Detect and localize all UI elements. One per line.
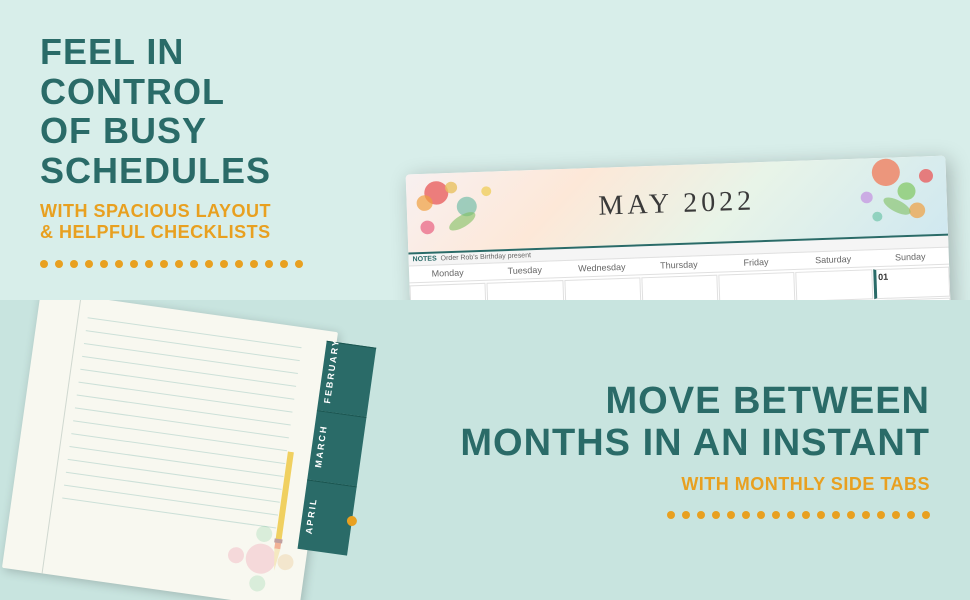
top-section: FEEL IN CONTROL OF BUSY SCHEDULES WITH S… <box>0 0 970 300</box>
dot-7 <box>130 260 138 268</box>
b-dot-4 <box>712 511 720 519</box>
day-monday: Monday <box>409 264 487 283</box>
tab-march-label: MARCH <box>313 424 329 468</box>
day-wednesday: Wednesday <box>563 258 641 277</box>
cal-cell-empty-6 <box>796 269 873 300</box>
b-dot-8 <box>772 511 780 519</box>
day-saturday: Saturday <box>794 250 872 269</box>
top-headline-line2: OF BUSY SCHEDULES <box>40 110 271 191</box>
dot-16 <box>265 260 273 268</box>
day-tuesday: Tuesday <box>486 261 564 280</box>
b-dot-16 <box>892 511 900 519</box>
b-dot-13 <box>847 511 855 519</box>
dot-5 <box>100 260 108 268</box>
b-dot-2 <box>682 511 690 519</box>
notes-text: Order Rob's Birthday present <box>440 252 531 262</box>
top-left-content: FEEL IN CONTROL OF BUSY SCHEDULES WITH S… <box>0 2 380 298</box>
tab-april-label: APRIL <box>304 497 319 535</box>
dot-11 <box>190 260 198 268</box>
dot-4 <box>85 260 93 268</box>
b-dot-18 <box>922 511 930 519</box>
b-dot-6 <box>742 511 750 519</box>
top-sub-line2: & HELPFUL CHECKLISTS <box>40 222 271 242</box>
dot-18 <box>295 260 303 268</box>
tab-february-label: FEBRUARY <box>322 338 341 404</box>
top-sub-line1: WITH SPACIOUS LAYOUT <box>40 201 271 221</box>
cal-cell-empty-4 <box>641 275 718 300</box>
tab-february[interactable]: FEBRUARY <box>317 341 376 417</box>
dot-12 <box>205 260 213 268</box>
notebook-mockup: FEBRUARY MARCH APRIL <box>0 300 378 600</box>
bottom-headline-line1: MOVE BETWEEN <box>606 380 930 422</box>
calendar-month-title: MAY 2022 <box>598 185 756 222</box>
cal-cell-empty-2 <box>487 280 564 300</box>
day-friday: Friday <box>717 253 795 272</box>
top-dots-decoration <box>40 260 350 268</box>
b-dot-17 <box>907 511 915 519</box>
bottom-section: FEBRUARY MARCH APRIL <box>0 300 970 600</box>
b-dot-10 <box>802 511 810 519</box>
april-dot-indicator <box>346 516 357 527</box>
cal-cell-empty-1 <box>410 283 487 300</box>
cal-cell-empty-3 <box>564 277 641 300</box>
bottom-dots-decoration <box>440 511 930 519</box>
dot-14 <box>235 260 243 268</box>
dot-1 <box>40 260 48 268</box>
bottom-left-content: FEBRUARY MARCH APRIL <box>0 300 420 600</box>
b-dot-7 <box>757 511 765 519</box>
tab-march[interactable]: MARCH <box>307 410 366 486</box>
notes-label: NOTES <box>412 255 436 263</box>
dot-3 <box>70 260 78 268</box>
dot-17 <box>280 260 288 268</box>
day-thursday: Thursday <box>640 256 718 275</box>
top-headline: FEEL IN CONTROL OF BUSY SCHEDULES <box>40 32 350 190</box>
b-dot-1 <box>667 511 675 519</box>
b-dot-12 <box>832 511 840 519</box>
notebook-page <box>2 300 338 600</box>
dot-13 <box>220 260 228 268</box>
tab-april[interactable]: APRIL <box>298 479 357 555</box>
cal-cell-empty-5 <box>718 272 795 300</box>
b-dot-3 <box>697 511 705 519</box>
b-dot-5 <box>727 511 735 519</box>
top-subheadline: WITH SPACIOUS LAYOUT & HELPFUL CHECKLIST… <box>40 201 350 244</box>
b-dot-11 <box>817 511 825 519</box>
cal-cell-01: 01 <box>873 267 950 300</box>
dot-2 <box>55 260 63 268</box>
bottom-headline-line2: MONTHS IN AN INSTANT <box>460 422 930 464</box>
b-dot-14 <box>862 511 870 519</box>
b-dot-9 <box>787 511 795 519</box>
dot-8 <box>145 260 153 268</box>
b-dot-15 <box>877 511 885 519</box>
top-headline-line1: FEEL IN CONTROL <box>40 31 225 112</box>
dot-10 <box>175 260 183 268</box>
bottom-subheadline: WITH MONTHLY SIDE TABS <box>440 474 930 495</box>
dot-15 <box>250 260 258 268</box>
dot-6 <box>115 260 123 268</box>
bottom-right-content: MOVE BETWEEN MONTHS IN AN INSTANT WITH M… <box>420 361 970 540</box>
calendar-mockup: MAY 2022 NOTES Order Rob's Birthday pres… <box>406 156 955 300</box>
bottom-headline: MOVE BETWEEN MONTHS IN AN INSTANT <box>440 381 930 465</box>
page-container: FEEL IN CONTROL OF BUSY SCHEDULES WITH S… <box>0 0 970 600</box>
dot-9 <box>160 260 168 268</box>
day-sunday: Sunday <box>871 248 949 267</box>
